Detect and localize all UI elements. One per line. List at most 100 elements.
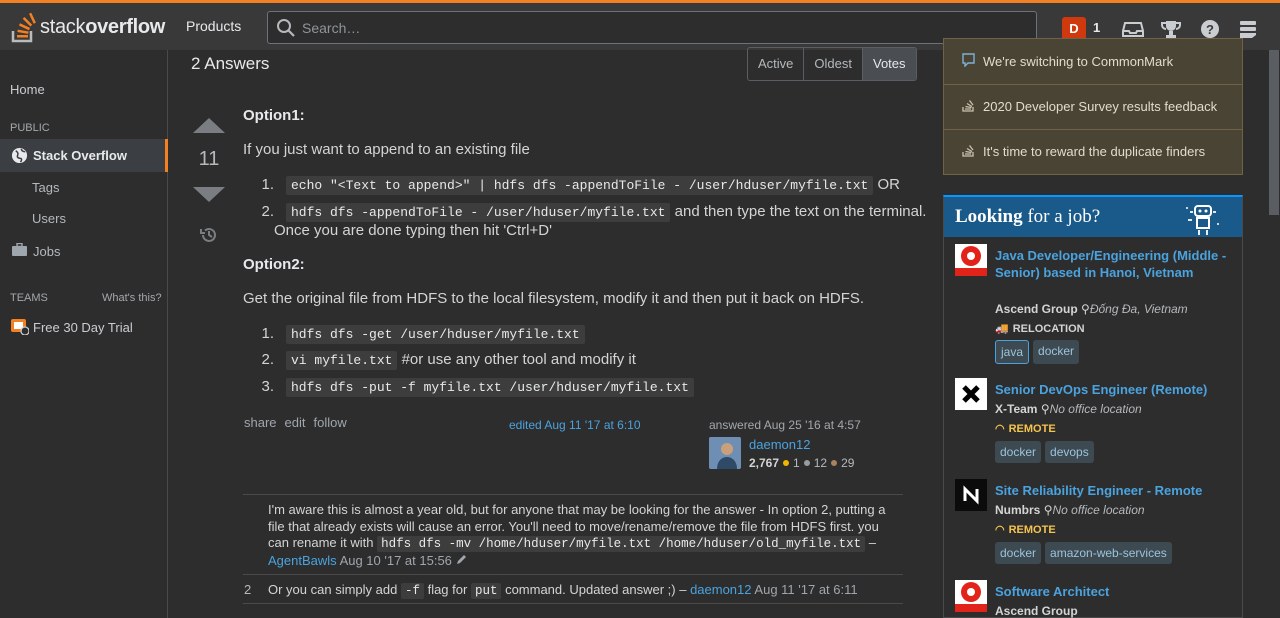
numbrs-logo[interactable] bbox=[955, 479, 987, 511]
ascend-logo[interactable] bbox=[955, 244, 987, 276]
comment-text: flag for bbox=[423, 582, 471, 597]
sort-tab-votes[interactable]: Votes bbox=[862, 48, 916, 80]
user-name-link[interactable]: daemon12 bbox=[749, 437, 810, 452]
nav-home[interactable]: Home bbox=[10, 82, 45, 97]
job-title-link[interactable]: Senior DevOps Engineer (Remote) bbox=[995, 382, 1235, 399]
comment-date[interactable]: Aug 11 '17 at 6:11 bbox=[754, 582, 857, 597]
job-company: Ascend Group bbox=[995, 604, 1078, 618]
job-perk-label: REMOTE bbox=[1008, 422, 1056, 435]
logo-text-bold: overflow bbox=[85, 16, 166, 38]
follow-link[interactable]: follow bbox=[314, 415, 347, 430]
job-perk-remote: ◠ REMOTE bbox=[995, 523, 1056, 537]
option1-intro: If you just want to append to an existin… bbox=[243, 141, 530, 158]
job-title-link[interactable]: Software Architect bbox=[995, 584, 1235, 601]
list-item-text: OR bbox=[873, 176, 900, 193]
tag-java[interactable]: java bbox=[995, 340, 1030, 364]
logo-text-light: stack bbox=[40, 16, 86, 38]
answer-score: 11 bbox=[198, 148, 220, 170]
job-company-name: Ascend Group bbox=[995, 302, 1078, 316]
sort-tab-active[interactable]: Active bbox=[748, 48, 805, 80]
meta-post-link[interactable]: We're switching to CommonMark bbox=[962, 53, 1173, 70]
user-avatar-daemon12[interactable] bbox=[709, 437, 741, 469]
job-location: Đống Đa, Vietnam bbox=[1089, 302, 1188, 316]
nav-tags[interactable]: Tags bbox=[32, 180, 59, 195]
nav-section-public: PUBLIC bbox=[10, 122, 50, 134]
search-box[interactable] bbox=[267, 11, 1037, 44]
code-snippet: echo "<Text to append>" | hdfs dfs -appe… bbox=[286, 176, 874, 195]
tag-docker[interactable]: docker bbox=[1033, 340, 1080, 364]
code-snippet: hdfs dfs -appendToFile - /user/hduser/my… bbox=[286, 203, 671, 222]
job-title-link[interactable]: Site Reliability Engineer - Remote bbox=[995, 483, 1235, 500]
job-tags: docker devops bbox=[995, 441, 1094, 463]
nav-stack-overflow[interactable]: Stack Overflow bbox=[0, 139, 168, 172]
jobs-heading-bold: Looking bbox=[955, 206, 1023, 227]
job-perk-relocation: 🚚 RELOCATION bbox=[995, 322, 1085, 336]
upvote-button[interactable] bbox=[193, 118, 225, 133]
list-item: 2. vi myfile.txt #or use any other tool a… bbox=[261, 351, 636, 370]
jobs-heading-rest: for a job? bbox=[1022, 206, 1101, 227]
jobs-heading[interactable]: Looking for a job? bbox=[955, 206, 1100, 228]
job-company-name: Numbrs bbox=[995, 503, 1041, 517]
meta-divider bbox=[944, 129, 1242, 130]
sort-tab-oldest[interactable]: Oldest bbox=[804, 48, 863, 80]
pencil-icon[interactable] bbox=[456, 553, 468, 568]
comment-text: Or you can simply add bbox=[268, 582, 401, 597]
job-perk-label: REMOTE bbox=[1008, 523, 1056, 536]
speech-bubble-icon bbox=[962, 53, 975, 70]
job-company: Ascend Group ⚲Đống Đa, Vietnam bbox=[995, 302, 1188, 316]
scrollbar-thumb[interactable] bbox=[1269, 50, 1279, 215]
stackoverflow-logo[interactable]: stackoverflow bbox=[10, 9, 165, 43]
tag-docker[interactable]: docker bbox=[995, 441, 1042, 463]
xteam-logo[interactable] bbox=[955, 378, 987, 410]
job-location: No office location bbox=[1052, 503, 1145, 517]
meta-post-title: 2020 Developer Survey results feedback bbox=[983, 99, 1218, 114]
left-sidebar: Home PUBLIC Stack Overflow Tags Users Jo… bbox=[0, 50, 168, 618]
comment-user-link[interactable]: AgentBawls bbox=[268, 553, 337, 568]
job-tags: java docker bbox=[995, 340, 1080, 364]
products-menu[interactable]: Products bbox=[186, 18, 241, 34]
nav-free-trial[interactable]: Free 30 Day Trial bbox=[11, 317, 133, 338]
meta-divider bbox=[944, 84, 1242, 85]
edit-link[interactable]: edit bbox=[285, 415, 306, 430]
briefcase-icon bbox=[12, 242, 27, 259]
nav-jobs-label: Jobs bbox=[33, 243, 61, 259]
tag-docker[interactable]: docker bbox=[995, 542, 1042, 564]
job-title-link[interactable]: Java Developer/Engineering (Middle - Sen… bbox=[995, 248, 1235, 281]
search-icon bbox=[276, 18, 296, 43]
code-snippet: hdfs dfs -put -f myfile.txt /user/hduser… bbox=[286, 378, 694, 397]
ascend-logo[interactable] bbox=[955, 580, 987, 612]
comment-dash: – bbox=[865, 535, 877, 550]
job-company: Numbrs ⚲No office location bbox=[995, 503, 1145, 517]
comment-user-link[interactable]: daemon12 bbox=[690, 582, 751, 597]
nav-jobs[interactable]: Jobs bbox=[12, 242, 61, 259]
search-input[interactable] bbox=[302, 12, 1022, 43]
edited-link[interactable]: edited Aug 11 '17 at 6:10 bbox=[509, 418, 641, 432]
answered-time: answered Aug 25 '16 at 4:57 bbox=[709, 418, 861, 432]
wifi-icon: ◠ bbox=[995, 423, 1005, 435]
comment-code: -f bbox=[400, 583, 424, 599]
history-icon[interactable] bbox=[199, 225, 219, 250]
comment-date[interactable]: Aug 10 '17 at 15:56 bbox=[340, 553, 452, 568]
tag-devops[interactable]: devops bbox=[1045, 441, 1094, 463]
whats-this-link[interactable]: What's this? bbox=[102, 292, 162, 304]
globe-icon bbox=[11, 147, 28, 167]
option1-heading: Option1: bbox=[243, 107, 305, 124]
meta-post-link[interactable]: It's time to reward the duplicate finder… bbox=[962, 143, 1205, 160]
gold-badge-count: 1 bbox=[793, 456, 800, 470]
option2-heading: Option2: bbox=[243, 256, 305, 273]
user-reputation-badges: 2,767 1 12 29 bbox=[749, 456, 854, 470]
nav-stack-overflow-label: Stack Overflow bbox=[33, 148, 127, 163]
comments-divider bbox=[243, 494, 903, 495]
jobs-header: Looking for a job? bbox=[944, 197, 1242, 237]
nav-users[interactable]: Users bbox=[32, 211, 66, 226]
job-company: X-Team ⚲No office location bbox=[995, 402, 1142, 416]
truck-icon: 🚚 bbox=[995, 323, 1009, 335]
list-item-continuation: Once you are done typing then hit 'Ctrl+… bbox=[274, 222, 552, 239]
meta-post-link[interactable]: 2020 Developer Survey results feedback bbox=[962, 98, 1217, 115]
job-company-name: X-Team bbox=[995, 402, 1038, 416]
share-link[interactable]: share bbox=[244, 415, 277, 430]
user-reputation[interactable]: 1 bbox=[1093, 20, 1100, 35]
comment-text: command. Updated answer ;) – bbox=[501, 582, 687, 597]
tag-amazon-web-services[interactable]: amazon-web-services bbox=[1045, 542, 1172, 564]
downvote-button[interactable] bbox=[193, 187, 225, 202]
